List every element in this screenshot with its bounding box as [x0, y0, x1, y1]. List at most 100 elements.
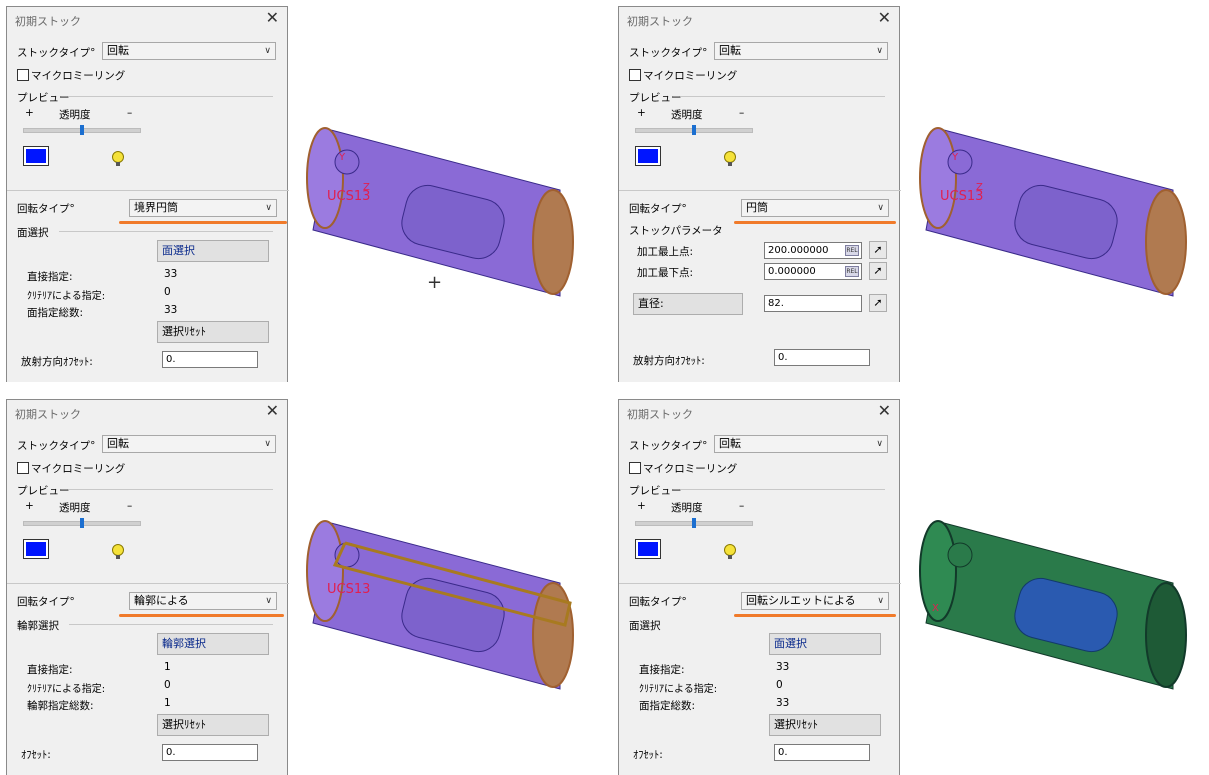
- slider-thumb[interactable]: [692, 518, 696, 528]
- preview-label: プレビュー: [17, 485, 70, 497]
- face-select-button[interactable]: 面選択: [769, 633, 881, 655]
- stock-left-end: [919, 127, 957, 229]
- axis-z-label: Z: [363, 182, 370, 193]
- direct-value: 1: [164, 661, 171, 673]
- pick-arrow-icon[interactable]: ➚: [869, 241, 887, 259]
- micro-milling-label: マイクロミーリング: [643, 70, 738, 82]
- initial-stock-dialog: 初期ストック ✕ ストックタイプ° 回転 ∨ マイクロミーリング プレビュー + …: [618, 6, 901, 382]
- stock-model-view: X: [919, 520, 1187, 690]
- close-icon[interactable]: ✕: [266, 402, 279, 420]
- chevron-down-icon: ∨: [876, 439, 883, 449]
- reset-selection-button[interactable]: 選択ﾘｾｯﾄ: [157, 321, 269, 343]
- pick-arrow-icon[interactable]: ➚: [869, 262, 887, 280]
- highlight-underline: [119, 221, 287, 224]
- divider: [619, 583, 901, 584]
- stock-type-select[interactable]: 回転 ∨: [102, 42, 276, 60]
- rotation-type-label: 回転タイプ°: [17, 596, 75, 608]
- stock-type-select[interactable]: 回転 ∨: [714, 42, 888, 60]
- rotation-type-select[interactable]: 境界円筒 ∨: [129, 199, 277, 217]
- plus-label: +: [25, 500, 34, 512]
- preview-color-button[interactable]: [23, 539, 49, 559]
- divider: [69, 624, 273, 625]
- offset-field[interactable]: 0.: [774, 349, 870, 366]
- panel-boundary-cylinder: 初期ストック ✕ ストックタイプ° 回転 ∨ マイクロミーリング プレビュー + …: [0, 0, 604, 382]
- rel-button[interactable]: REL: [845, 266, 859, 277]
- offset-field[interactable]: 0.: [162, 744, 258, 761]
- micro-milling-checkbox[interactable]: [629, 69, 641, 81]
- stock-type-select[interactable]: 回転 ∨: [102, 435, 276, 453]
- stock-right-end: [1145, 582, 1187, 688]
- bottom-point-label: 加工最下点:: [637, 267, 694, 279]
- minus-label: –: [127, 107, 133, 119]
- transparency-label: 透明度: [59, 502, 91, 514]
- rotation-type-select[interactable]: 回転シルエットによる ∨: [741, 592, 889, 610]
- rotation-type-label: 回転タイプ°: [629, 203, 687, 215]
- minus-label: –: [739, 107, 745, 119]
- total-value: 33: [776, 697, 790, 709]
- reset-selection-button[interactable]: 選択ﾘｾｯﾄ: [157, 714, 269, 736]
- offset-label: ｵﾌｾｯﾄ:: [21, 749, 51, 761]
- lightbulb-base: [728, 162, 732, 166]
- face-select-button[interactable]: 面選択: [157, 240, 269, 262]
- slider-thumb[interactable]: [692, 125, 696, 135]
- top-point-label: 加工最上点:: [637, 246, 694, 258]
- close-icon[interactable]: ✕: [266, 9, 279, 27]
- stock-right-end: [532, 189, 574, 295]
- rotation-type-label: 回転タイプ°: [629, 596, 687, 608]
- chevron-down-icon: ∨: [264, 46, 271, 56]
- micro-milling-checkbox[interactable]: [629, 462, 641, 474]
- total-label: 面指定総数:: [27, 307, 84, 319]
- close-icon[interactable]: ✕: [878, 402, 891, 420]
- stock-left-end: [306, 520, 344, 622]
- chevron-down-icon: ∨: [265, 203, 272, 213]
- initial-stock-dialog: 初期ストック ✕ ストックタイプ° 回転 ∨ マイクロミーリング プレビュー + …: [6, 6, 289, 382]
- offset-label: 放射方向ｵﾌｾｯﾄ:: [633, 355, 705, 367]
- contour-select-label: 輪郭選択: [17, 620, 59, 632]
- panel-cylinder: 初期ストック ✕ ストックタイプ° 回転 ∨ マイクロミーリング プレビュー + …: [613, 0, 1209, 382]
- plus-label: +: [637, 500, 646, 512]
- offset-field[interactable]: 0.: [774, 744, 870, 761]
- preview-label: プレビュー: [629, 485, 682, 497]
- plus-label: +: [637, 107, 646, 119]
- pick-arrow-icon[interactable]: ➚: [869, 294, 887, 312]
- diameter-field[interactable]: 82.: [764, 295, 862, 312]
- preview-color-button[interactable]: [635, 539, 661, 559]
- criteria-value: 0: [164, 286, 171, 298]
- slider-thumb[interactable]: [80, 125, 84, 135]
- crosshair-cursor-icon: +: [427, 272, 443, 293]
- stock-type-select[interactable]: 回転 ∨: [714, 435, 888, 453]
- direct-value: 33: [164, 268, 178, 280]
- stock-param-label: ストックパラメータ: [629, 225, 723, 237]
- micro-milling-label: マイクロミーリング: [643, 463, 738, 475]
- direct-label: 直接指定:: [639, 664, 685, 676]
- lightbulb-base: [116, 555, 120, 559]
- hole: [947, 542, 973, 568]
- close-icon[interactable]: ✕: [878, 9, 891, 27]
- preview-label: プレビュー: [629, 92, 682, 104]
- criteria-value: 0: [164, 679, 171, 691]
- axis-y-label: Y: [951, 152, 959, 163]
- reset-selection-button[interactable]: 選択ﾘｾｯﾄ: [769, 714, 881, 736]
- minus-label: –: [127, 500, 133, 512]
- stock-type-label: ストックタイプ°: [629, 440, 708, 452]
- transparency-label: 透明度: [59, 109, 91, 121]
- offset-label: 放射方向ｵﾌｾｯﾄ:: [21, 356, 93, 368]
- stock-right-end: [1145, 189, 1187, 295]
- offset-field[interactable]: 0.: [162, 351, 258, 368]
- preview-color-button[interactable]: [23, 146, 49, 166]
- direct-value: 33: [776, 661, 790, 673]
- offset-label: ｵﾌｾｯﾄ:: [633, 749, 663, 761]
- dialog-title: 初期ストック: [15, 15, 81, 28]
- micro-milling-checkbox[interactable]: [17, 462, 29, 474]
- micro-milling-checkbox[interactable]: [17, 69, 29, 81]
- divider: [59, 231, 273, 232]
- contour-select-button[interactable]: 輪郭選択: [157, 633, 269, 655]
- preview-color-button[interactable]: [635, 146, 661, 166]
- micro-milling-label: マイクロミーリング: [31, 463, 126, 475]
- slider-thumb[interactable]: [80, 518, 84, 528]
- rotation-type-select[interactable]: 円筒 ∨: [741, 199, 889, 217]
- rotation-type-select[interactable]: 輪郭による ∨: [129, 592, 277, 610]
- rel-button[interactable]: REL: [845, 245, 859, 256]
- diameter-button[interactable]: 直径:: [633, 293, 743, 315]
- lightbulb-base: [116, 162, 120, 166]
